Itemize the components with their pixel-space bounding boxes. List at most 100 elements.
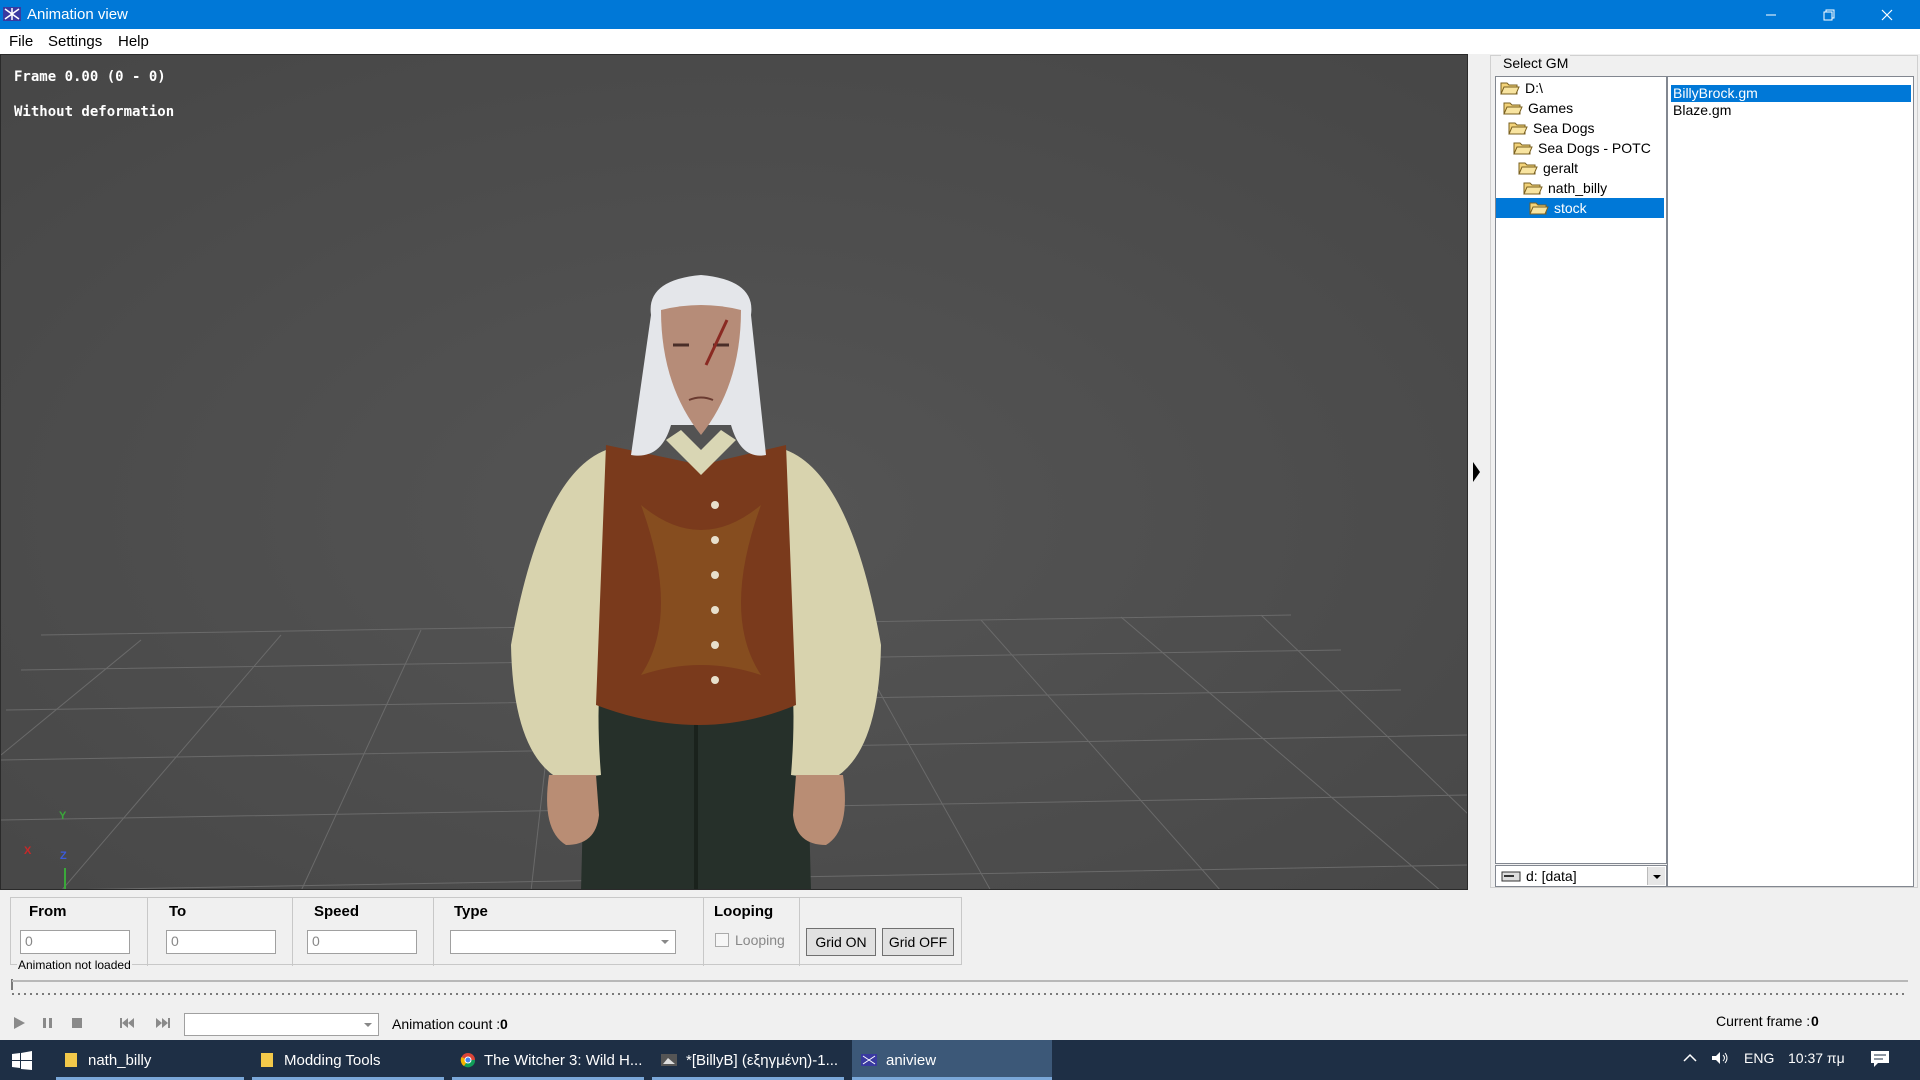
axis-z-label: Z	[60, 850, 67, 862]
file-item-billybrock[interactable]: BillyBrock.gm	[1671, 85, 1911, 102]
drive-dropdown-button[interactable]	[1647, 867, 1665, 885]
tree-item-games[interactable]: Games	[1503, 98, 1573, 118]
folder-open-icon	[1500, 82, 1520, 95]
notifications-icon[interactable]	[1870, 1050, 1890, 1071]
skip-back-icon	[120, 1018, 134, 1028]
title-bar: Animation view	[0, 0, 1920, 29]
drive-select[interactable]: d: [data]	[1495, 865, 1667, 887]
stop-button[interactable]	[68, 1014, 86, 1032]
tree-item-drive[interactable]: D:\	[1500, 78, 1543, 98]
grid-off-button[interactable]: Grid OFF	[882, 928, 954, 956]
panel-splitter[interactable]	[1468, 54, 1488, 890]
select-gm-legend: Select GM	[1501, 55, 1571, 71]
tree-item-sea-dogs-potc[interactable]: Sea Dogs - POTC	[1513, 138, 1651, 158]
restore-icon	[1823, 9, 1835, 20]
animation-controls: From 0 To 0 Speed 0 Type Looping Looping…	[10, 897, 962, 972]
axis-y-label: Y	[59, 810, 67, 822]
task-modding-tools[interactable]: Modding Tools	[252, 1040, 444, 1080]
frame-readout: Frame 0.00 (0 - 0)	[14, 69, 166, 85]
tree-item-stock[interactable]: stock	[1496, 198, 1664, 218]
timeline-track	[11, 979, 1908, 995]
skip-forward-icon	[156, 1018, 170, 1028]
minimize-button[interactable]	[1742, 0, 1800, 29]
animation-select[interactable]	[184, 1013, 379, 1036]
file-item-blaze[interactable]: Blaze.gm	[1671, 102, 1911, 119]
chevron-down-icon	[364, 1023, 372, 1027]
folder-open-icon	[1513, 142, 1533, 155]
speed-input[interactable]: 0	[307, 930, 417, 954]
looping-checkbox[interactable]: Looping	[715, 930, 785, 950]
separator	[147, 898, 148, 966]
folder-open-icon	[1508, 122, 1528, 135]
axis-x-label: X	[24, 845, 32, 857]
task-aniview[interactable]: aniview	[852, 1040, 1052, 1080]
select-gm-panel: Select GM D:\ Games Sea Dogs Sea Dogs - …	[1490, 55, 1918, 888]
separator	[799, 898, 800, 966]
collapse-arrow-icon	[1473, 462, 1480, 482]
looping-checkbox-label: Looping	[735, 932, 785, 948]
to-label: To	[169, 903, 187, 920]
folder-open-icon	[1529, 202, 1549, 215]
3d-viewport[interactable]: Frame 0.00 (0 - 0) Without deformation Y…	[0, 54, 1468, 890]
deformation-status: Without deformation	[14, 104, 175, 120]
volume-icon[interactable]	[1710, 1050, 1730, 1069]
restore-button[interactable]	[1800, 0, 1858, 29]
type-label: Type	[454, 903, 488, 920]
minimize-icon	[1766, 14, 1776, 15]
transport-bar: Animation count : 0 Current frame : 0	[0, 1010, 1920, 1038]
start-button[interactable]	[12, 1051, 32, 1074]
grid-on-button[interactable]: Grid ON	[806, 928, 876, 956]
tree-item-label: Games	[1528, 100, 1574, 116]
separator	[433, 898, 434, 966]
pause-button[interactable]	[39, 1014, 57, 1032]
task-nath-billy[interactable]: nath_billy	[56, 1040, 244, 1080]
folder-icon	[65, 1053, 77, 1067]
stop-icon	[72, 1018, 82, 1028]
previous-button[interactable]	[118, 1014, 136, 1032]
menu-settings[interactable]: Settings	[48, 33, 102, 50]
speed-label: Speed	[314, 903, 360, 920]
tree-item-label: stock	[1554, 200, 1587, 216]
tray-chevron-icon[interactable]	[1682, 1050, 1698, 1069]
close-button[interactable]	[1858, 0, 1916, 29]
app-icon	[3, 7, 21, 21]
to-input[interactable]: 0	[166, 930, 276, 954]
window-title: Animation view	[27, 6, 128, 23]
tree-item-label: geralt	[1543, 160, 1579, 176]
from-input[interactable]: 0	[20, 930, 130, 954]
tree-item-label: nath_billy	[1548, 180, 1608, 196]
from-label: From	[29, 903, 67, 920]
task-image-editor[interactable]: *[BillyB] (εξηγμένη)-1...	[652, 1040, 844, 1080]
tree-item-label: Sea Dogs - POTC	[1538, 140, 1651, 156]
task-label: The Witcher 3: Wild H...	[484, 1051, 643, 1069]
timeline-slider[interactable]	[10, 976, 1910, 1000]
task-label: Modding Tools	[284, 1051, 381, 1069]
gm-file-list[interactable]: BillyBrock.gm Blaze.gm	[1667, 76, 1914, 887]
animation-count-value: 0	[500, 1016, 508, 1032]
clock[interactable]: 10:37 πμ	[1788, 1050, 1845, 1066]
tree-item-nath-billy[interactable]: nath_billy	[1523, 178, 1607, 198]
current-frame-value: 0	[1811, 1013, 1819, 1029]
tree-item-label: Sea Dogs	[1533, 120, 1595, 136]
language-indicator[interactable]: ENG	[1744, 1050, 1774, 1066]
menu-help[interactable]: Help	[118, 33, 149, 50]
folder-tree[interactable]: D:\ Games Sea Dogs Sea Dogs - POTC geral…	[1495, 76, 1667, 864]
task-label: aniview	[886, 1051, 937, 1069]
drive-select-value: d: [data]	[1526, 868, 1577, 884]
play-button[interactable]	[10, 1014, 28, 1032]
tree-item-geralt[interactable]: geralt	[1518, 158, 1578, 178]
next-button[interactable]	[154, 1014, 172, 1032]
aniview-icon	[861, 1054, 877, 1066]
windows-start-icon	[12, 1051, 32, 1070]
looping-label: Looping	[714, 903, 774, 920]
type-select[interactable]	[450, 930, 676, 954]
close-icon	[1881, 9, 1893, 20]
checkbox-box	[715, 933, 729, 947]
current-frame-label: Current frame :	[1716, 1013, 1811, 1029]
task-chrome-witcher[interactable]: The Witcher 3: Wild H...	[452, 1040, 644, 1080]
menu-file[interactable]: File	[9, 33, 33, 50]
chevron-down-icon	[1653, 875, 1661, 879]
tree-item-sea-dogs[interactable]: Sea Dogs	[1508, 118, 1594, 138]
folder-open-icon	[1503, 102, 1523, 115]
taskbar: nath_billy Modding Tools The Witcher 3: …	[0, 1040, 1920, 1080]
